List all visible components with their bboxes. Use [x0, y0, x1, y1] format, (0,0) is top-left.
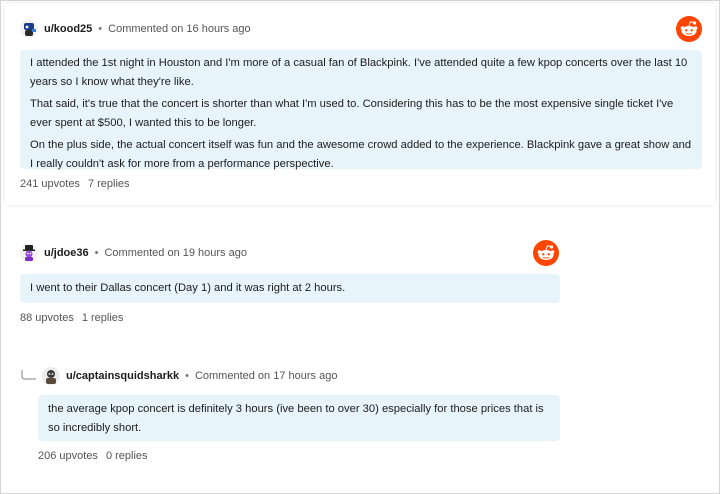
upvote-count[interactable]: 88 upvotes: [20, 312, 74, 324]
comment-header: u/jdoe36 • Commented on 19 hours ago: [20, 244, 247, 262]
separator: •: [94, 247, 99, 259]
username[interactable]: u/captainsquidsharkk: [66, 370, 179, 382]
reply-count[interactable]: 0 replies: [106, 450, 148, 462]
separator: •: [98, 23, 103, 35]
comment-body: I went to their Dallas concert (Day 1) a…: [20, 274, 560, 303]
comment-paragraph: That said, it's true that the concert is…: [30, 98, 674, 129]
separator: •: [185, 370, 189, 382]
comment-timestamp: Commented on 16 hours ago: [108, 23, 251, 35]
reply-thread-icon: [21, 370, 36, 380]
comment-header: u/captainsquidsharkk • Commented on 17 h…: [42, 367, 337, 385]
comment-stats: 206 upvotes 0 replies: [38, 450, 148, 462]
reply-count[interactable]: 1 replies: [82, 312, 124, 324]
reddit-logo-icon[interactable]: [676, 16, 702, 42]
comment-timestamp: Commented on 19 hours ago: [104, 247, 247, 259]
comment-body: I attended the 1st night in Houston and …: [20, 50, 702, 170]
avatar[interactable]: [20, 20, 38, 38]
comment-paragraph: I attended the 1st night in Houston and …: [30, 57, 688, 88]
comment-stats: 241 upvotes 7 replies: [20, 178, 130, 190]
username[interactable]: u/jdoe36: [44, 247, 89, 259]
comment-paragraph: On the plus side, the actual concert its…: [30, 139, 692, 170]
upvote-count[interactable]: 206 upvotes: [38, 450, 98, 462]
comment-header: u/kood25 • Commented on 16 hours ago: [20, 20, 251, 38]
reddit-logo-icon[interactable]: [533, 240, 559, 266]
reply-count[interactable]: 7 replies: [88, 178, 130, 190]
comment-stats: 88 upvotes 1 replies: [20, 312, 123, 324]
comment-timestamp: Commented on 17 hours ago: [194, 370, 338, 382]
upvote-count[interactable]: 241 upvotes: [20, 178, 80, 190]
comment-paragraph: the average kpop concert is definitely 3…: [48, 403, 544, 434]
comment-paragraph: I went to their Dallas concert (Day 1) a…: [30, 282, 346, 294]
username[interactable]: u/kood25: [44, 23, 92, 35]
comment-body: the average kpop concert is definitely 3…: [38, 395, 560, 441]
avatar[interactable]: [20, 244, 38, 262]
avatar[interactable]: [42, 367, 60, 385]
